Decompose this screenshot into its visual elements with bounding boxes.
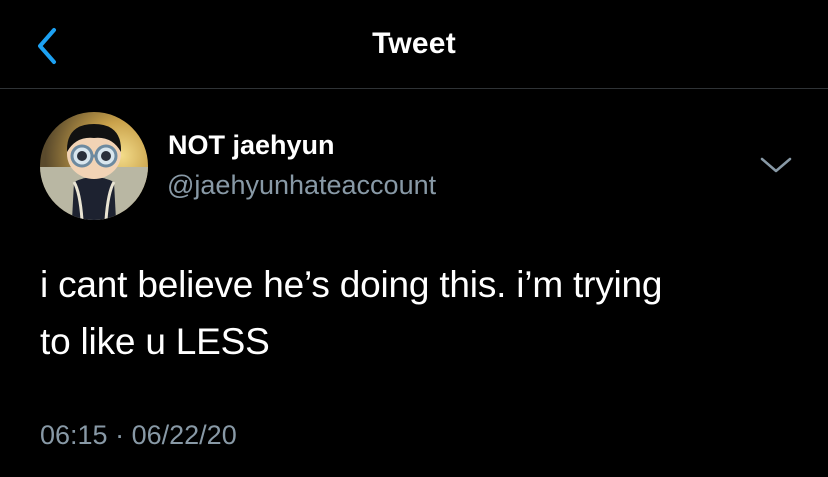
- more-options-button[interactable]: [758, 150, 794, 180]
- tweet-text-line: i cant believe he’s doing this. i’m tryi…: [40, 264, 663, 305]
- tweet-time: 06:15: [40, 420, 108, 450]
- avatar-image: [40, 112, 148, 220]
- tweet-text-line: to like u LESS: [40, 321, 270, 362]
- page-title: Tweet: [372, 27, 456, 60]
- author-handle[interactable]: @jaehyunhateaccount: [167, 170, 436, 201]
- top-navigation-bar: Tweet: [0, 0, 828, 89]
- tweet-date: 06/22/20: [131, 420, 237, 450]
- avatar[interactable]: [40, 112, 148, 220]
- timestamp-separator: ·: [115, 420, 125, 450]
- tweet-text: i cant believe he’s doing this. i’m tryi…: [40, 256, 800, 370]
- author-name[interactable]: NOT jaehyun: [168, 130, 335, 161]
- tweet-timestamp: 06:15 · 06/22/20: [40, 420, 237, 451]
- chevron-down-icon: [760, 157, 792, 173]
